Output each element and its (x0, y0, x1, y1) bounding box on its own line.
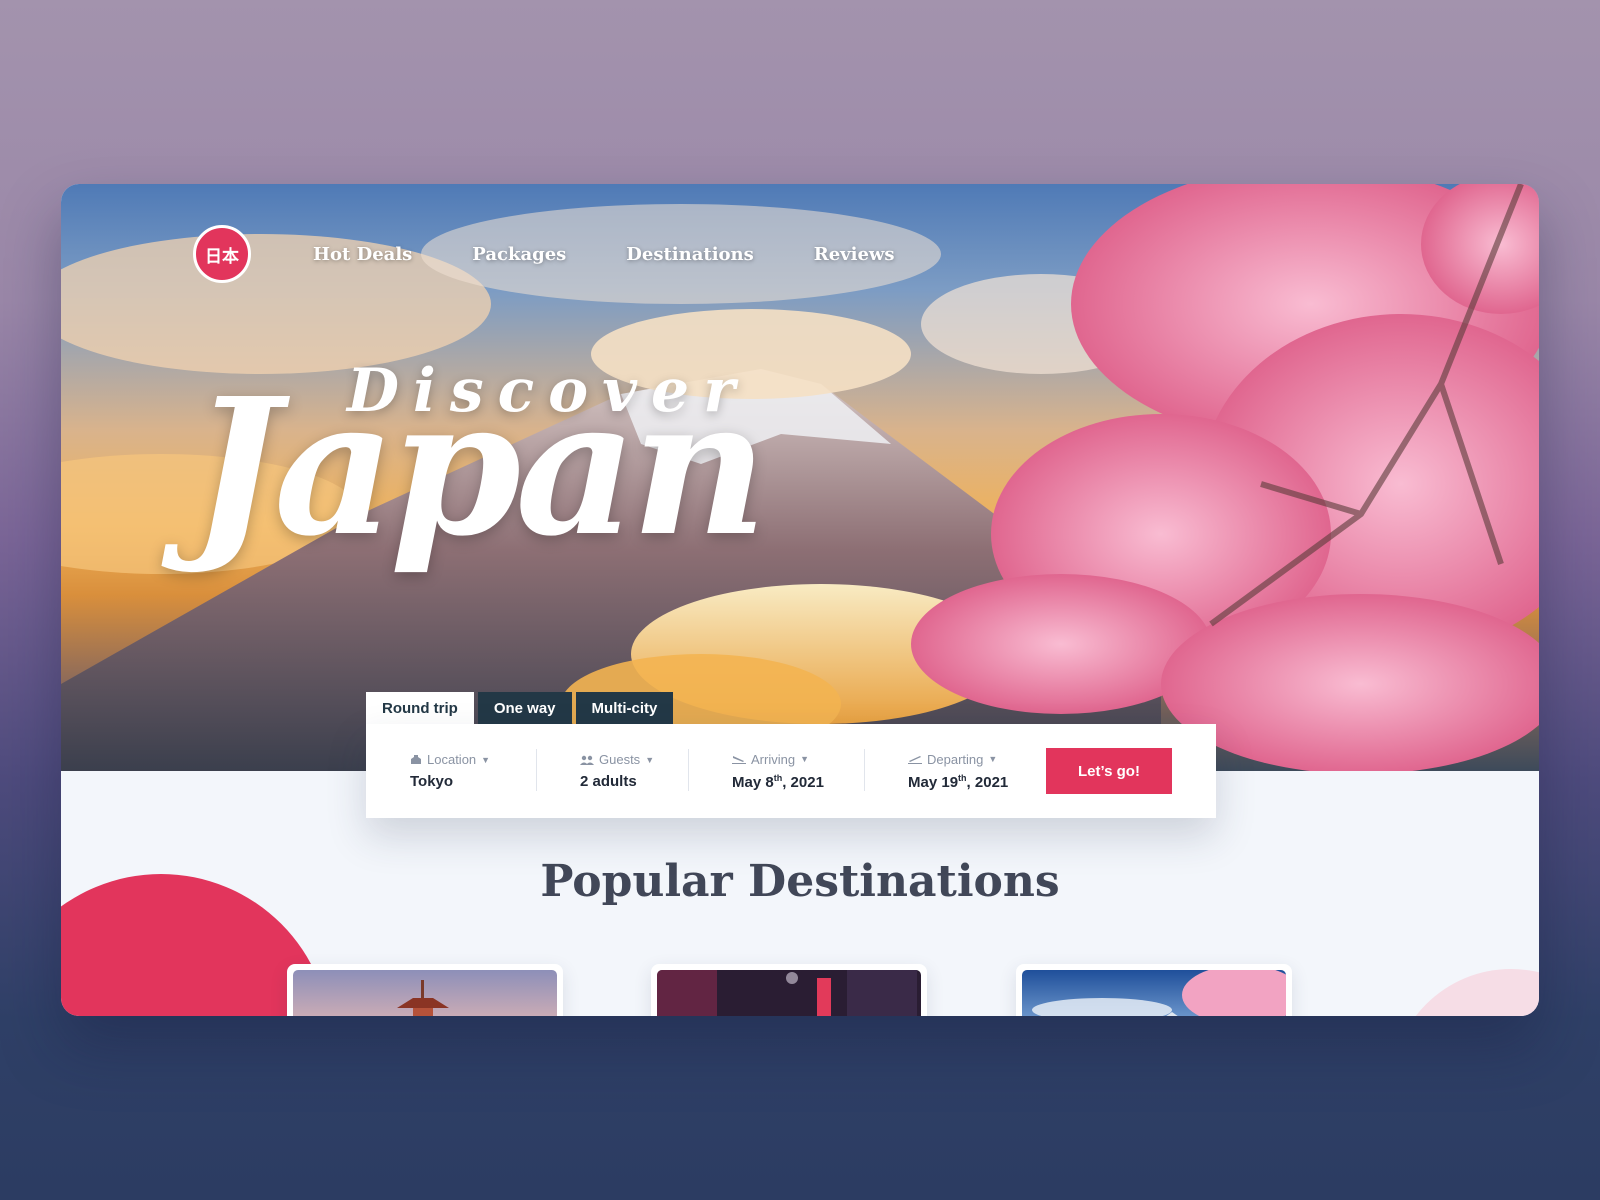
chevron-down-icon: ▼ (481, 754, 491, 765)
arriving-label: Arriving (751, 751, 796, 767)
tab-round-trip[interactable]: Round trip (366, 692, 474, 724)
location-label: Location (427, 752, 477, 767)
destination-card[interactable] (651, 964, 927, 1016)
departing-label: Departing (927, 751, 984, 767)
chevron-down-icon: ▼ (988, 754, 998, 764)
departing-field[interactable]: Departing ▼ May 19th, 2021 (864, 743, 1048, 799)
chevron-down-icon: ▼ (800, 754, 809, 764)
nav-hot-deals[interactable]: Hot Deals (313, 244, 412, 265)
trip-type-tabs: Round trip One way Multi-city (366, 692, 677, 724)
destination-image (657, 970, 921, 1016)
decorative-pink-circle (1391, 969, 1539, 1016)
tab-multi-city[interactable]: Multi-city (575, 692, 674, 724)
guests-value: 2 adults (580, 773, 637, 790)
guests-icon (580, 755, 594, 765)
main-nav: Hot Deals Packages Destinations Reviews (313, 244, 955, 265)
destination-card[interactable] (1016, 964, 1292, 1016)
hero-title-small: Discover (347, 356, 749, 426)
brand-logo[interactable]: 日本 (193, 225, 251, 283)
nav-destinations[interactable]: Destinations (626, 244, 753, 265)
location-icon (411, 755, 421, 764)
nav-reviews[interactable]: Reviews (814, 244, 895, 265)
guests-field[interactable]: Guests ▼ 2 adults (536, 743, 688, 799)
hero-banner: 日本 Hot Deals Packages Destinations Revie… (61, 184, 1539, 771)
destination-image (1022, 970, 1286, 1016)
chevron-down-icon: ▼ (645, 754, 655, 765)
destination-image (293, 970, 557, 1016)
tab-one-way[interactable]: One way (477, 692, 572, 724)
plane-landing-icon (732, 756, 746, 764)
nav-packages[interactable]: Packages (472, 244, 566, 265)
booking-panel: Location ▼ Tokyo Guests ▼ 2 adults Arriv… (366, 724, 1216, 818)
lets-go-button[interactable]: Let’s go! (1046, 748, 1172, 794)
popular-destinations-title: Popular Destinations (540, 856, 1060, 907)
arriving-field[interactable]: Arriving ▼ May 8th, 2021 (688, 743, 864, 799)
guests-label: Guests (599, 752, 641, 767)
destination-card[interactable] (287, 964, 563, 1016)
departing-value: May 19th, 2021 (908, 772, 1009, 791)
arriving-value: May 8th, 2021 (732, 772, 824, 791)
location-value: Tokyo (410, 773, 454, 790)
location-field[interactable]: Location ▼ Tokyo (366, 743, 536, 799)
page-frame: 日本 Hot Deals Packages Destinations Revie… (61, 184, 1539, 1016)
plane-departing-icon (908, 756, 922, 764)
